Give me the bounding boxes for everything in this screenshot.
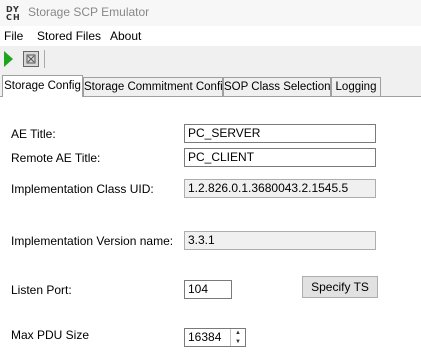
spin-up-icon[interactable]: ▲ — [231, 329, 245, 338]
spin-down-icon[interactable]: ▼ — [231, 338, 245, 347]
implementation-version-name-label: Implementation Version name: — [11, 234, 174, 248]
implementation-class-uid-field: 1.2.826.0.1.3680043.2.1545.5 — [184, 179, 376, 198]
implementation-class-uid-label: Implementation Class UID: — [11, 182, 154, 196]
remote-ae-title-input[interactable]: PC_CLIENT — [184, 148, 376, 167]
remote-ae-title-label: Remote AE Title: — [11, 151, 101, 165]
tab-logging[interactable]: Logging — [331, 77, 381, 96]
tab-storage-config[interactable]: Storage Config — [2, 75, 83, 97]
menu-stored-files[interactable]: Stored Files — [37, 29, 101, 43]
toolbar — [0, 46, 421, 72]
implementation-version-name-field: 3.3.1 — [184, 231, 376, 250]
stop-glyph-icon — [26, 54, 36, 64]
max-pdu-size-spinner[interactable]: ▲ ▼ — [230, 329, 245, 346]
tab-storage-commitment-config[interactable]: Storage Commitment Config — [83, 77, 229, 96]
listen-port-input[interactable]: 104 — [184, 280, 232, 299]
play-icon[interactable] — [4, 51, 13, 67]
toolbar-separator — [44, 50, 45, 68]
ae-title-label: AE Title: — [11, 127, 56, 141]
dicom-app-icon: D Y C H — [6, 4, 22, 20]
max-pdu-size-value: 16384 — [188, 330, 222, 344]
specify-ts-button[interactable]: Specify TS — [302, 276, 378, 298]
ae-title-input[interactable]: PC_SERVER — [184, 124, 376, 143]
svg-text:H: H — [13, 13, 20, 20]
listen-port-label: Listen Port: — [11, 283, 72, 297]
window-title: Storage SCP Emulator — [28, 5, 150, 19]
max-pdu-size-label: Max PDU Size — [11, 328, 90, 342]
stop-icon[interactable] — [23, 51, 39, 67]
menu-about[interactable]: About — [110, 29, 141, 43]
tab-sop-class-selection[interactable]: SOP Class Selection — [223, 77, 331, 96]
svg-text:C: C — [6, 13, 12, 20]
menu-file[interactable]: File — [4, 29, 23, 43]
